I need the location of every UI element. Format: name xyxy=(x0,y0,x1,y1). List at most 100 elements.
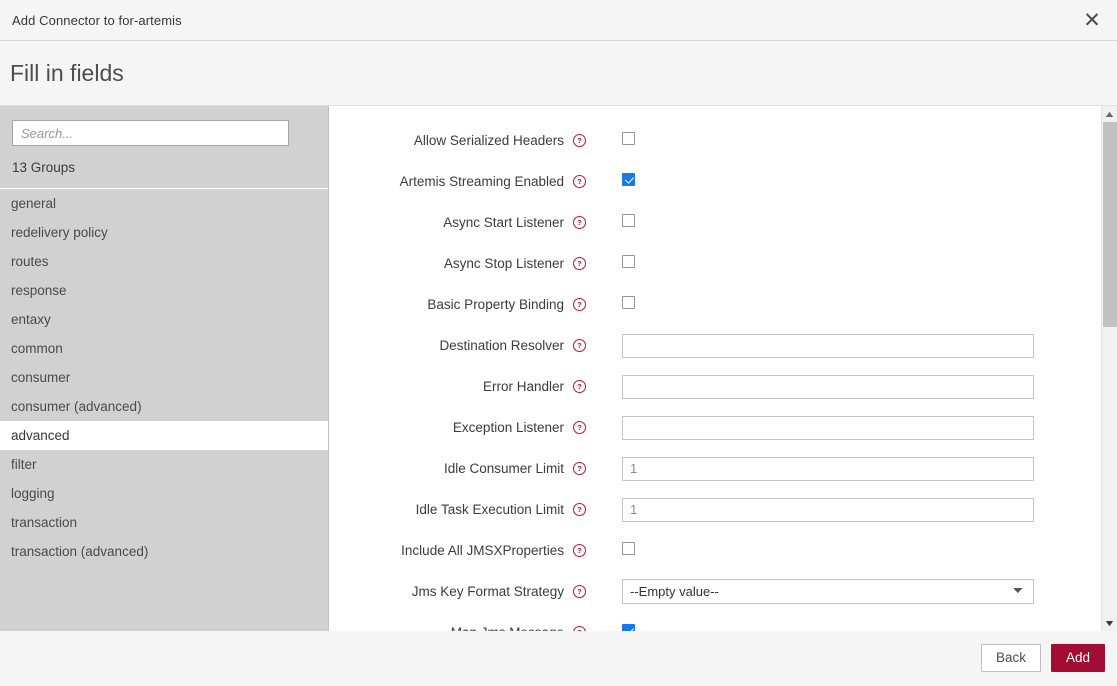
help-circle-icon[interactable]: ? xyxy=(573,585,586,598)
sidebar-item-transaction-advanced[interactable]: transaction (advanced) xyxy=(0,537,328,566)
field-label: Map Jms Message xyxy=(329,625,564,631)
form-row: Async Stop Listener? xyxy=(329,243,1117,284)
help-circle-icon[interactable]: ? xyxy=(573,339,586,352)
text-input[interactable] xyxy=(622,497,1034,522)
field-label: Idle Task Execution Limit xyxy=(415,502,564,517)
field-control xyxy=(622,456,1034,481)
sidebar-item-label: transaction (advanced) xyxy=(11,544,149,559)
sidebar-item-entaxy[interactable]: entaxy xyxy=(0,305,328,334)
form-scrollbar[interactable] xyxy=(1101,106,1117,631)
field-control xyxy=(622,295,635,314)
checkbox-input[interactable] xyxy=(622,172,635,186)
scroll-up-icon[interactable] xyxy=(1101,106,1117,122)
checkbox-input[interactable] xyxy=(622,295,635,309)
sidebar-item-common[interactable]: common xyxy=(0,334,328,363)
dialog-footer: Back Add xyxy=(0,631,1117,685)
checkbox-input[interactable] xyxy=(622,541,635,555)
form-rows: Allow Serialized Headers? Artemis Streami… xyxy=(329,120,1117,631)
field-label: Exception Listener xyxy=(452,420,564,435)
field-label: Allow Serialized Headers xyxy=(413,133,564,148)
sidebar-item-logging[interactable]: logging xyxy=(0,479,328,508)
search-input[interactable] xyxy=(12,120,289,146)
field-label: Artemis Streaming Enabled xyxy=(399,174,564,189)
field-control xyxy=(622,172,635,191)
sidebar-item-label: general xyxy=(11,196,57,211)
checkbox-input[interactable] xyxy=(622,213,635,227)
sidebar-item-label: response xyxy=(11,283,67,298)
svg-text:?: ? xyxy=(577,505,582,514)
sidebar-item-label: advanced xyxy=(11,428,70,443)
scrollbar-track[interactable] xyxy=(1101,122,1117,615)
form-row: Error Handler? xyxy=(329,366,1117,407)
sidebar-item-label: consumer (advanced) xyxy=(11,399,142,414)
dialog-titlebar: Add Connector to for-artemis ✕ xyxy=(0,0,1117,41)
text-input[interactable] xyxy=(622,374,1034,399)
scrollbar-thumb[interactable] xyxy=(1102,122,1117,327)
svg-text:?: ? xyxy=(577,546,582,555)
form-row: Include All JMSXProperties? xyxy=(329,530,1117,571)
help-circle-icon[interactable]: ? xyxy=(573,380,586,393)
field-control xyxy=(622,497,1034,522)
help-circle-icon[interactable]: ? xyxy=(573,175,586,188)
help-circle-icon[interactable]: ? xyxy=(573,134,586,147)
help-circle-icon[interactable]: ? xyxy=(573,626,586,631)
form-row: Jms Key Format Strategy? --Empty value-- xyxy=(329,571,1117,612)
help-circle-icon[interactable]: ? xyxy=(573,544,586,557)
svg-text:?: ? xyxy=(577,628,582,631)
sidebar-item-filter[interactable]: filter xyxy=(0,450,328,479)
help-circle-icon[interactable]: ? xyxy=(573,421,586,434)
sidebar-item-label: entaxy xyxy=(11,312,51,327)
text-input[interactable] xyxy=(622,415,1034,440)
sidebar-item-consumer[interactable]: consumer xyxy=(0,363,328,392)
svg-text:?: ? xyxy=(577,136,582,145)
scroll-down-icon[interactable] xyxy=(1101,615,1117,631)
form-row: Allow Serialized Headers? xyxy=(329,120,1117,161)
form-row: Basic Property Binding? xyxy=(329,284,1117,325)
help-circle-icon[interactable]: ? xyxy=(573,298,586,311)
sidebar-item-redelivery-policy[interactable]: redelivery policy xyxy=(0,218,328,247)
sidebar-item-routes[interactable]: routes xyxy=(0,247,328,276)
sidebar-item-label: common xyxy=(11,341,63,356)
help-circle-icon[interactable]: ? xyxy=(573,462,586,475)
help-circle-icon[interactable]: ? xyxy=(573,216,586,229)
field-control xyxy=(622,254,635,273)
form-row: Artemis Streaming Enabled? xyxy=(329,161,1117,202)
field-control xyxy=(622,623,635,631)
text-input[interactable] xyxy=(622,456,1034,481)
checkbox-input[interactable] xyxy=(622,254,635,268)
sidebar-item-label: routes xyxy=(11,254,49,269)
text-input[interactable] xyxy=(622,333,1034,358)
add-button[interactable]: Add xyxy=(1050,644,1105,672)
field-label: Basic Property Binding xyxy=(427,297,564,312)
help-circle-icon[interactable]: ? xyxy=(573,257,586,270)
sidebar-item-consumer-advanced[interactable]: consumer (advanced) xyxy=(0,392,328,421)
field-label: Async Start Listener xyxy=(443,215,564,230)
svg-text:?: ? xyxy=(577,464,582,473)
svg-text:?: ? xyxy=(577,423,582,432)
field-control xyxy=(622,415,1034,440)
field-control xyxy=(622,541,635,560)
field-control xyxy=(622,131,635,150)
dialog-title: Add Connector to for-artemis xyxy=(12,12,182,28)
field-control xyxy=(622,213,635,232)
back-button[interactable]: Back xyxy=(980,644,1041,672)
checkbox-input[interactable] xyxy=(622,623,635,631)
help-circle-icon[interactable]: ? xyxy=(573,503,586,516)
field-control xyxy=(622,374,1034,399)
sidebar-item-label: consumer xyxy=(11,370,71,385)
form-row: Exception Listener? xyxy=(329,407,1117,448)
field-control xyxy=(622,333,1034,358)
sidebar-item-response[interactable]: response xyxy=(0,276,328,305)
sidebar-item-advanced[interactable]: advanced xyxy=(0,421,328,450)
checkbox-input[interactable] xyxy=(622,131,635,145)
sidebar-item-label: transaction xyxy=(11,515,78,530)
sidebar-item-transaction[interactable]: transaction xyxy=(0,508,328,537)
group-list: general redelivery policy routes response en… xyxy=(0,189,328,631)
search-container xyxy=(0,106,328,146)
field-label: Async Stop Listener xyxy=(443,256,564,271)
close-icon[interactable]: ✕ xyxy=(1079,7,1105,33)
sidebar-item-general[interactable]: general xyxy=(0,189,328,218)
select-input[interactable]: --Empty value-- xyxy=(622,579,1034,604)
svg-text:?: ? xyxy=(577,341,582,350)
field-label: Destination Resolver xyxy=(439,338,564,353)
